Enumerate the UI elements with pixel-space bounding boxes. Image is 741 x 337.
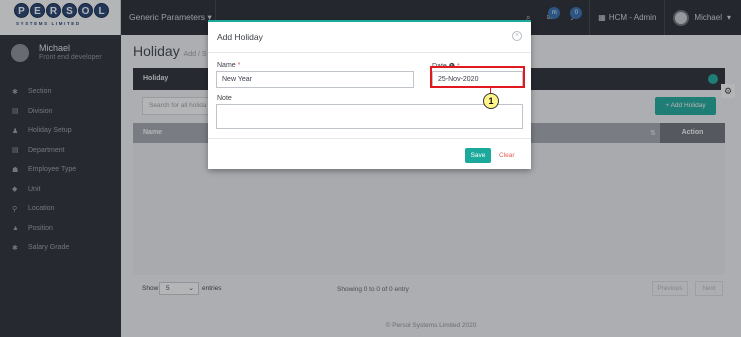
name-label: Name * [217, 62, 240, 69]
modal-title: Add Holiday [217, 32, 263, 42]
note-label: Note [217, 95, 232, 102]
app-root: PERSOL SYSTEMS LIMITED Generic Parameter… [0, 0, 741, 337]
required-marker: * [237, 62, 241, 69]
clear-button[interactable]: Clear [499, 148, 515, 163]
modal-footer-divider [208, 138, 531, 139]
annotation-callout: 1 [483, 93, 499, 109]
save-button[interactable]: Save [465, 148, 491, 163]
close-icon[interactable]: × [512, 31, 522, 41]
name-field[interactable]: New Year [216, 71, 414, 88]
annotation-highlight-box [430, 66, 525, 88]
name-label-text: Name [217, 62, 236, 69]
add-holiday-modal: Add Holiday × Name * New Year Date ❶ * 2… [208, 20, 531, 169]
modal-divider [208, 52, 531, 53]
note-field[interactable] [216, 104, 523, 129]
